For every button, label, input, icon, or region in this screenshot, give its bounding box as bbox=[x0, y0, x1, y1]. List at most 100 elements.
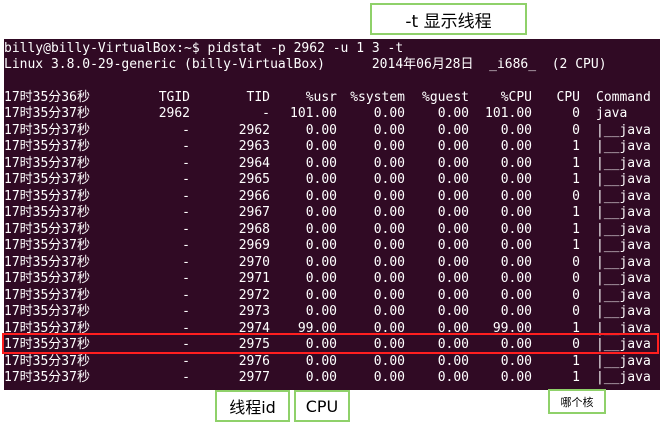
cell-usr: 0.00 bbox=[305, 205, 337, 220]
cell-cpu: 0 bbox=[572, 254, 580, 270]
cell-guest: 0.00 bbox=[437, 172, 469, 187]
cell-usr: 0.00 bbox=[305, 122, 337, 138]
cell-tid: 2972 bbox=[238, 287, 270, 303]
cell-time: 17时35分37秒 bbox=[4, 155, 90, 171]
cell-command: |__java bbox=[596, 155, 651, 171]
header-cpu-percent: %CPU bbox=[500, 90, 532, 105]
cell-tid: 2966 bbox=[238, 188, 270, 204]
cell-time: 17时35分37秒 bbox=[4, 304, 90, 319]
cell-cpu: 0 bbox=[572, 122, 580, 138]
header-tgid: TGID bbox=[158, 90, 190, 105]
cell-guest: 0.00 bbox=[437, 353, 469, 369]
cell-time: 17时35分37秒 bbox=[4, 205, 90, 220]
cell-system: 0.00 bbox=[373, 304, 405, 319]
cell-cpu-percent: 101.00 bbox=[485, 106, 532, 121]
cell-guest: 0.00 bbox=[437, 221, 469, 237]
cell-tid: 2969 bbox=[238, 238, 270, 253]
prompt-line: billy@billy-VirtualBox:~$ pidstat -p 296… bbox=[4, 41, 404, 56]
cell-time: 17时35分37秒 bbox=[4, 254, 90, 270]
cell-cpu: 1 bbox=[572, 238, 580, 253]
cell-cpu-percent: 0.00 bbox=[500, 221, 532, 237]
table-row: 17时35分37秒 - 2977 0.00 0.00 0.00 0.00 1 |__java bbox=[4, 370, 660, 386]
highlighted-row-frame bbox=[2, 333, 659, 354]
cell-system: 0.00 bbox=[373, 155, 405, 171]
header-system: %system bbox=[350, 90, 405, 105]
header-cpu: CPU bbox=[556, 90, 580, 105]
table-row: 17时35分37秒 - 2971 0.00 0.00 0.00 0.00 0 |__java bbox=[4, 271, 660, 287]
cell-cpu-percent: 0.00 bbox=[500, 370, 532, 385]
cell-command: |__java bbox=[596, 205, 651, 220]
cell-command: |__java bbox=[596, 304, 651, 319]
cell-cpu-percent: 0.00 bbox=[500, 139, 532, 154]
table-row: 17时35分37秒 - 2962 0.00 0.00 0.00 0.00 0 |__java bbox=[4, 123, 660, 139]
cell-usr: 0.00 bbox=[305, 221, 337, 237]
cell-command: |__java bbox=[596, 353, 651, 369]
cell-time: 17时35分37秒 bbox=[4, 370, 90, 385]
cell-command: java bbox=[596, 106, 628, 121]
table-row: 17时35分37秒 - 2972 0.00 0.00 0.00 0.00 0 |__java bbox=[4, 288, 660, 304]
cell-time: 17时35分37秒 bbox=[4, 221, 90, 237]
cell-guest: 0.00 bbox=[437, 205, 469, 220]
cell-tgid: - bbox=[182, 205, 190, 220]
cell-cpu: 0 bbox=[572, 304, 580, 319]
callout-cpu: CPU bbox=[294, 390, 350, 422]
cell-command: |__java bbox=[596, 238, 651, 253]
table-row: 17时35分37秒 - 2976 0.00 0.00 0.00 0.00 1 |__java bbox=[4, 354, 660, 370]
cell-system: 0.00 bbox=[373, 221, 405, 237]
callout-thread-flag: -t 显示线程 bbox=[370, 3, 527, 35]
callout-thread-id: 线程id bbox=[215, 390, 290, 422]
table-row: 17时35分37秒 - 2964 0.00 0.00 0.00 0.00 1 |__java bbox=[4, 156, 660, 172]
cell-tid: 2962 bbox=[238, 122, 270, 138]
cell-usr: 0.00 bbox=[305, 304, 337, 319]
cell-tid: - bbox=[262, 106, 270, 121]
cell-guest: 0.00 bbox=[437, 238, 469, 253]
table-row: 17时35分37秒 - 2966 0.00 0.00 0.00 0.00 0 |__java bbox=[4, 189, 660, 205]
cell-command: |__java bbox=[596, 271, 651, 286]
cell-guest: 0.00 bbox=[437, 254, 469, 270]
cell-guest: 0.00 bbox=[437, 188, 469, 204]
cell-tid: 2976 bbox=[238, 353, 270, 369]
table-row: 17时35分37秒 - 2967 0.00 0.00 0.00 0.00 1 |__java bbox=[4, 205, 660, 221]
cell-guest: 0.00 bbox=[437, 106, 469, 121]
cell-time: 17时35分37秒 bbox=[4, 106, 90, 121]
cell-usr: 0.00 bbox=[305, 254, 337, 270]
cell-usr: 0.00 bbox=[305, 271, 337, 286]
header-time: 17时35分36秒 bbox=[4, 90, 90, 105]
table-row: 17时35分37秒 - 2969 0.00 0.00 0.00 0.00 1 |__java bbox=[4, 238, 660, 254]
cell-tid: 2968 bbox=[238, 221, 270, 237]
table-header: 17时35分36秒 TGID TID %usr %system %guest %… bbox=[4, 90, 660, 106]
cell-system: 0.00 bbox=[373, 188, 405, 204]
table-row: 17时35分37秒 - 2965 0.00 0.00 0.00 0.00 1 |__java bbox=[4, 172, 660, 188]
cell-time: 17时35分37秒 bbox=[4, 122, 90, 138]
cell-tid: 2977 bbox=[238, 370, 270, 385]
cell-command: |__java bbox=[596, 254, 651, 270]
cell-cpu-percent: 0.00 bbox=[500, 205, 532, 220]
table-row: 17时35分37秒 2962 - 101.00 0.00 0.00 101.00 0 java bbox=[4, 106, 660, 122]
cell-tid: 2963 bbox=[238, 139, 270, 154]
cell-cpu: 1 bbox=[572, 205, 580, 220]
cell-tgid: 2962 bbox=[158, 106, 190, 121]
cell-cpu: 0 bbox=[572, 271, 580, 286]
cell-command: |__java bbox=[596, 139, 651, 154]
cell-guest: 0.00 bbox=[437, 304, 469, 319]
cell-guest: 0.00 bbox=[437, 139, 469, 154]
cell-time: 17时35分37秒 bbox=[4, 271, 90, 286]
cell-command: |__java bbox=[596, 370, 651, 385]
cell-tgid: - bbox=[182, 370, 190, 385]
cell-time: 17时35分37秒 bbox=[4, 287, 90, 303]
cell-time: 17时35分37秒 bbox=[4, 188, 90, 204]
cell-usr: 0.00 bbox=[305, 139, 337, 154]
cell-command: |__java bbox=[596, 221, 651, 237]
header-guest: %guest bbox=[422, 90, 469, 105]
cell-time: 17时35分37秒 bbox=[4, 238, 90, 253]
cell-cpu-percent: 0.00 bbox=[500, 287, 532, 303]
table-row: 17时35分37秒 - 2963 0.00 0.00 0.00 0.00 1 |__java bbox=[4, 139, 660, 155]
cell-tgid: - bbox=[182, 304, 190, 319]
table-row: 17时35分37秒 - 2970 0.00 0.00 0.00 0.00 0 |__java bbox=[4, 255, 660, 271]
cell-tgid: - bbox=[182, 238, 190, 253]
cell-system: 0.00 bbox=[373, 205, 405, 220]
cell-tid: 2973 bbox=[238, 304, 270, 319]
cell-cpu: 1 bbox=[572, 353, 580, 369]
cell-tgid: - bbox=[182, 271, 190, 286]
cell-tgid: - bbox=[182, 122, 190, 138]
